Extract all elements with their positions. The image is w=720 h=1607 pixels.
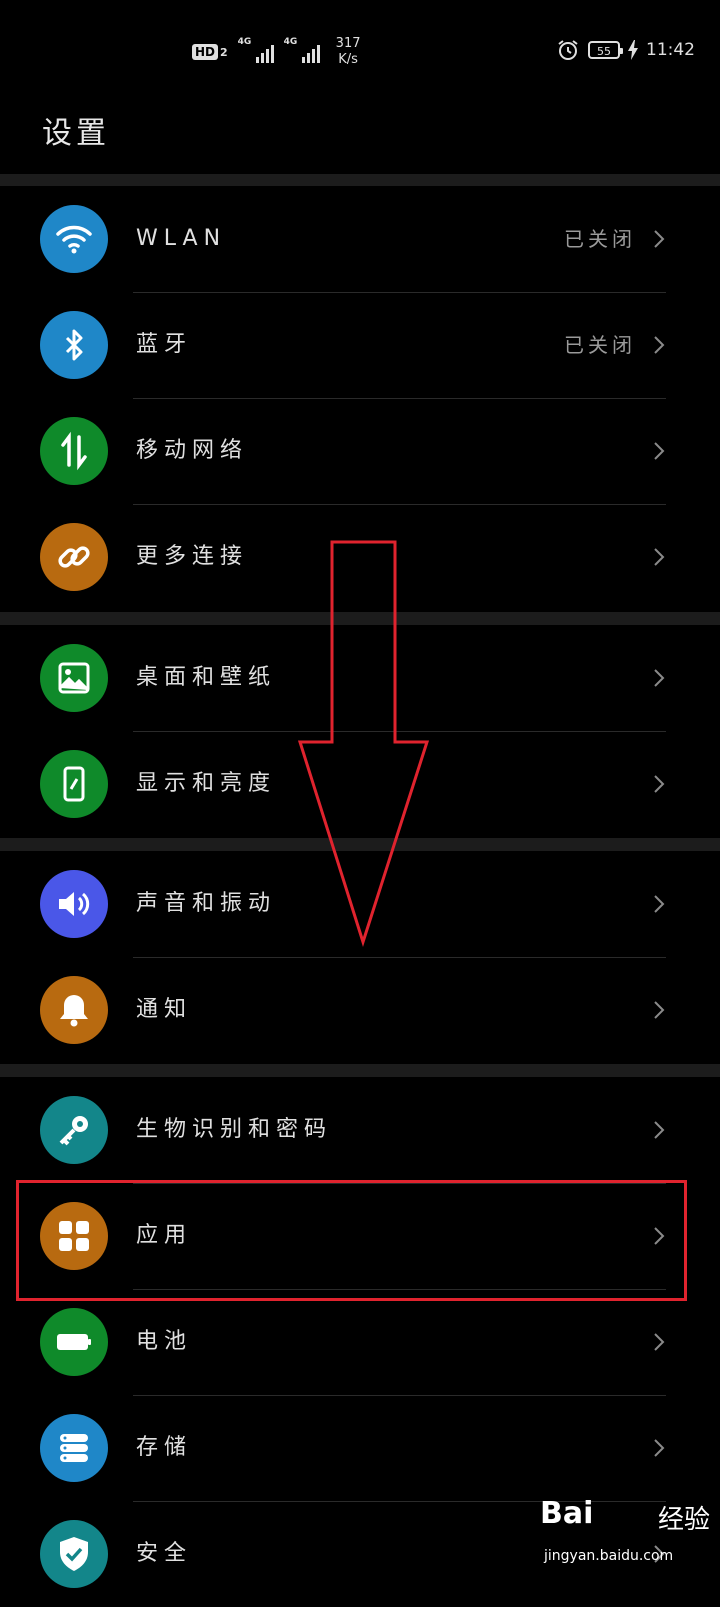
battery-icon (40, 1308, 108, 1376)
chevron-right-icon (654, 1121, 665, 1139)
section-separator (0, 1064, 720, 1077)
settings-item-label: 存储 (136, 1435, 193, 1460)
watermark-text: 经验 (658, 1505, 711, 1535)
annotation-arrow (297, 540, 430, 947)
key-icon (40, 1096, 108, 1164)
settings-item-battery[interactable]: 电池 (0, 1289, 720, 1395)
storage-icon (40, 1414, 108, 1482)
watermark-url: jingyan.baidu.com (544, 1548, 674, 1564)
watermark-logo: Bai (540, 1496, 594, 1531)
settings-item-biometrics[interactable]: 生物识别和密码 (0, 1077, 720, 1183)
settings-item-storage[interactable]: 存储 (0, 1395, 720, 1501)
chevron-right-icon (654, 1439, 665, 1457)
chevron-right-icon (654, 1001, 665, 1019)
watermark: Bai 经验 jingyan.baidu.com (540, 1496, 710, 1576)
settings-item-label: 安全 (136, 1541, 193, 1566)
shield-icon (40, 1520, 108, 1588)
chevron-right-icon (654, 1333, 665, 1351)
settings-item-label: 电池 (136, 1329, 193, 1354)
settings-item-label: 生物识别和密码 (136, 1117, 333, 1142)
annotation-highlight-box (16, 1180, 687, 1301)
